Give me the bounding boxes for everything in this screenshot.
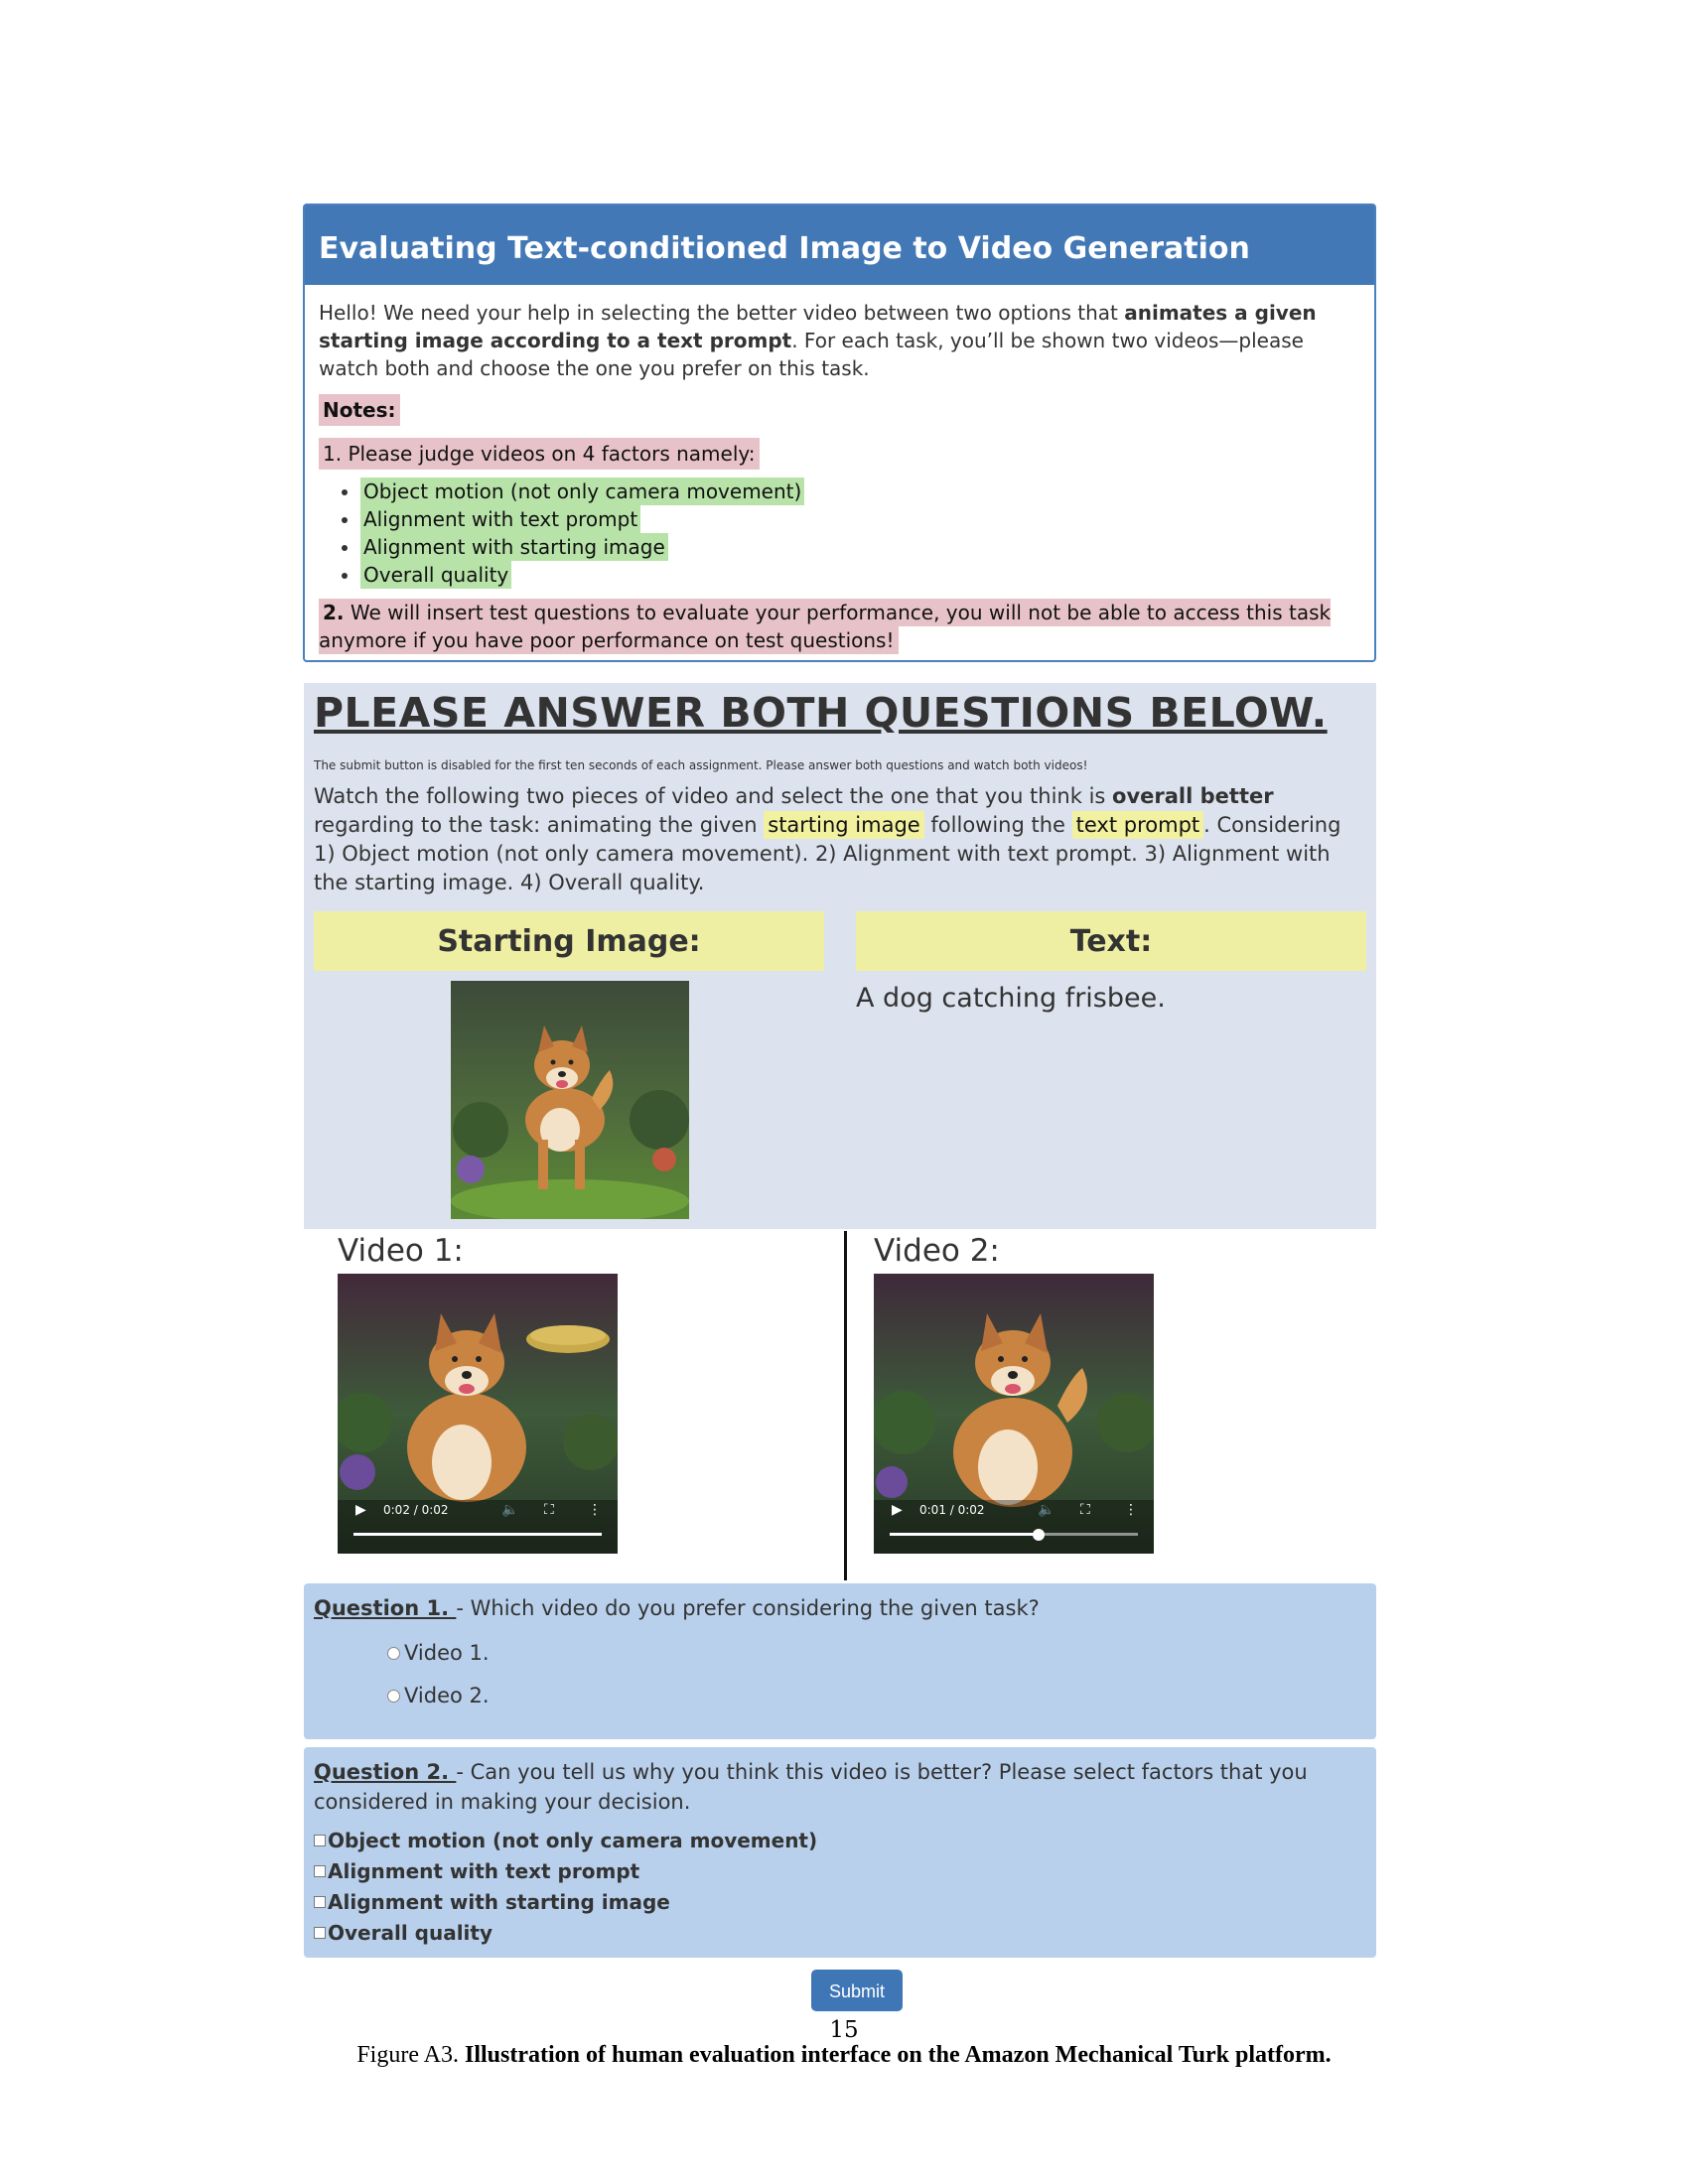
checkbox[interactable] xyxy=(314,1896,326,1908)
task-highlight-image: starting image xyxy=(764,811,924,839)
factor-item: Object motion (not only camera movement) xyxy=(360,478,1360,505)
question-1-prompt: - Which video do you prefer considering … xyxy=(456,1596,1040,1620)
play-icon[interactable]: ▶ xyxy=(892,1502,903,1518)
video-progress-bar[interactable] xyxy=(890,1533,1138,1536)
factor-label: Overall quality xyxy=(360,561,512,589)
warning-text: 2. We will insert test questions to eval… xyxy=(319,599,1332,654)
submit-button[interactable]: Submit xyxy=(811,1970,903,2011)
task-description: Watch the following two pieces of video … xyxy=(314,782,1366,897)
question-1-number: Question 1. xyxy=(314,1596,457,1620)
text-prompt: A dog catching frisbee. xyxy=(856,983,1166,1014)
volume-icon[interactable]: 🔈 xyxy=(1038,1502,1055,1518)
radio-button[interactable] xyxy=(387,1689,400,1703)
option-video-2[interactable]: Video 2. xyxy=(387,1684,490,1707)
page-number: 15 xyxy=(829,2017,859,2043)
factor-checkbox-text-alignment[interactable]: Alignment with text prompt xyxy=(314,1859,639,1883)
video-progress-bar[interactable] xyxy=(353,1533,602,1536)
option-video-1[interactable]: Video 1. xyxy=(387,1641,490,1665)
radio-button[interactable] xyxy=(387,1646,400,1660)
checkbox[interactable] xyxy=(314,1835,326,1846)
figure-caption: Figure A3. Illustration of human evaluat… xyxy=(0,2042,1688,2069)
volume-icon[interactable]: 🔈 xyxy=(501,1502,518,1518)
more-options-icon[interactable]: ⋮ xyxy=(1124,1502,1138,1518)
more-options-icon[interactable]: ⋮ xyxy=(588,1502,602,1518)
task-highlight-prompt: text prompt xyxy=(1071,811,1204,839)
factor-item: Overall quality xyxy=(360,561,1360,589)
task-bold: overall better xyxy=(1112,784,1274,808)
video-time: 0:01 / 0:02 xyxy=(919,1503,985,1517)
checkbox-label: Object motion (not only camera movement) xyxy=(328,1829,818,1852)
checkbox-label: Alignment with starting image xyxy=(328,1890,670,1914)
question-1-panel: Question 1. - Which video do you prefer … xyxy=(304,1583,1376,1739)
intro-text-1: Hello! We need your help in selecting th… xyxy=(319,301,1125,325)
factor-checkbox-image-alignment[interactable]: Alignment with starting image xyxy=(314,1890,670,1914)
fullscreen-icon[interactable]: ⛶ xyxy=(1080,1502,1090,1518)
instructions-title: Evaluating Text-conditioned Image to Vid… xyxy=(305,205,1374,285)
answer-both-title: PLEASE ANSWER BOTH QUESTIONS BELOW. xyxy=(314,689,1328,737)
video-1-player[interactable]: ▶ 0:02 / 0:02 🔈 ⛶ ⋮ xyxy=(338,1274,618,1554)
checkbox[interactable] xyxy=(314,1865,326,1877)
caption-bold: Illustration of human evaluation interfa… xyxy=(465,2042,1332,2068)
checkbox[interactable] xyxy=(314,1927,326,1939)
factors-list: Object motion (not only camera movement)… xyxy=(319,478,1360,589)
fullscreen-icon[interactable]: ⛶ xyxy=(544,1502,554,1518)
video-progress-knob[interactable] xyxy=(1033,1529,1045,1541)
factor-checkbox-object-motion[interactable]: Object motion (not only camera movement) xyxy=(314,1829,817,1852)
starting-image-header: Starting Image: xyxy=(314,911,824,971)
warning-body: We will insert test questions to evaluat… xyxy=(319,601,1332,652)
video-1-label: Video 1: xyxy=(338,1233,464,1269)
checkbox-label: Overall quality xyxy=(328,1921,492,1945)
option-label: Video 2. xyxy=(404,1684,490,1707)
instructions-panel: Evaluating Text-conditioned Image to Vid… xyxy=(303,204,1376,662)
warning-block: 2. We will insert test questions to eval… xyxy=(319,599,1360,654)
question-2-text: Question 2. - Can you tell us why you th… xyxy=(314,1757,1366,1817)
factor-item: Alignment with text prompt xyxy=(360,505,1360,533)
judge-line: 1. Please judge videos on 4 factors name… xyxy=(319,438,760,470)
video-time: 0:02 / 0:02 xyxy=(383,1503,449,1517)
submit-disabled-note: The submit button is disabled for the fi… xyxy=(314,758,1088,772)
warning-number: 2. xyxy=(323,601,345,624)
intro-paragraph: Hello! We need your help in selecting th… xyxy=(319,299,1360,382)
checkbox-label: Alignment with text prompt xyxy=(328,1859,640,1883)
question-1-text: Question 1. - Which video do you prefer … xyxy=(314,1593,1366,1623)
play-icon[interactable]: ▶ xyxy=(355,1502,366,1518)
notes-label: Notes: xyxy=(319,394,400,426)
factor-label: Alignment with starting image xyxy=(360,533,668,561)
factor-label: Object motion (not only camera movement) xyxy=(360,478,805,505)
video-2-player[interactable]: ▶ 0:01 / 0:02 🔈 ⛶ ⋮ xyxy=(874,1274,1154,1554)
factor-item: Alignment with starting image xyxy=(360,533,1360,561)
instructions-body: Hello! We need your help in selecting th… xyxy=(305,285,1374,654)
question-2-panel: Question 2. - Can you tell us why you th… xyxy=(304,1747,1376,1958)
task-text-1: Watch the following two pieces of video … xyxy=(314,784,1113,808)
option-label: Video 1. xyxy=(404,1641,490,1665)
question-2-number: Question 2. xyxy=(314,1760,457,1784)
question-area: PLEASE ANSWER BOTH QUESTIONS BELOW. The … xyxy=(304,683,1376,1229)
video-divider xyxy=(844,1231,847,1580)
factor-checkbox-overall-quality[interactable]: Overall quality xyxy=(314,1921,492,1945)
video-2-label: Video 2: xyxy=(874,1233,1000,1269)
task-text-3: following the xyxy=(923,813,1072,837)
starting-image xyxy=(451,981,689,1223)
question-2-prompt: - Can you tell us why you think this vid… xyxy=(314,1760,1308,1814)
task-text-2: regarding to the task: animating the giv… xyxy=(314,813,765,837)
factor-label: Alignment with text prompt xyxy=(360,505,641,533)
text-header: Text: xyxy=(856,911,1366,971)
caption-prefix: Figure A3. xyxy=(356,2042,465,2068)
